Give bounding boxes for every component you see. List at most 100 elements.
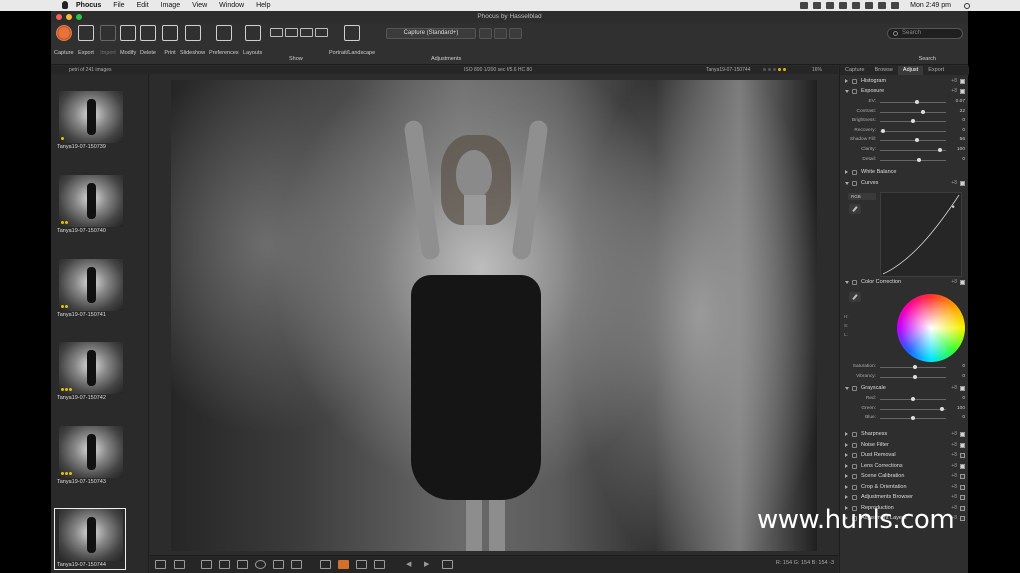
rating-dot[interactable] [768,68,771,71]
show-mode-3[interactable] [300,28,313,37]
rating-dot[interactable] [778,68,781,71]
tool-enable-checkbox[interactable] [960,79,965,84]
tool-options[interactable]: +8 [951,494,957,500]
tool-white-balance[interactable]: White Balance [840,168,969,178]
copy-adjustments-button[interactable] [494,28,507,39]
show-mode-1[interactable] [270,28,283,37]
layout-grid-icon[interactable] [155,560,166,569]
slider-knob[interactable] [915,100,920,104]
collapsed-arrow-icon[interactable] [845,442,848,447]
tool-options[interactable]: +8 [951,442,957,448]
modify-button[interactable]: Modify [120,25,136,56]
menu-window[interactable]: Window [219,2,244,9]
collapsed-arrow-icon[interactable] [845,79,848,83]
slideshow-button[interactable]: Slideshow [180,25,205,56]
tool-enable-checkbox[interactable] [960,432,965,437]
slider-value[interactable]: 56 [947,137,965,142]
tool-crop-orientation[interactable]: Crop & Orientation +8 [840,483,969,493]
slider-value[interactable]: 0 [947,128,965,133]
wifi-icon[interactable] [865,2,874,9]
collapsed-arrow-icon[interactable] [845,432,848,436]
slider-knob[interactable] [881,128,886,133]
adjust-slider[interactable]: Shadow Fill: 56 [840,136,969,145]
color-wheel[interactable] [897,294,965,362]
menubar-clock[interactable]: Mon 2:49 pm [910,2,951,9]
tool-exposure[interactable]: Exposure +8 [840,87,969,97]
curves-channel-select[interactable]: RGB [848,193,876,200]
tool-options[interactable]: +8 [951,431,957,437]
adjust-slider[interactable]: Green: 100 [840,405,969,414]
tool-curves[interactable]: Curves +8 [840,179,969,189]
adjust-slider[interactable]: Red: 0 [840,395,969,404]
thumbnail-selected[interactable]: Tanya19-07-150744 [54,508,126,570]
adjust-slider[interactable]: Brightness: 0 [840,117,969,126]
collapsed-arrow-icon[interactable] [845,484,848,489]
portrait-landscape-button[interactable]: Portrait/Landscape [329,25,375,56]
menu-edit[interactable]: Edit [137,2,149,9]
slider-knob[interactable] [911,416,915,421]
compare-icon[interactable] [320,560,331,569]
eyedropper-icon[interactable] [849,292,861,302]
camera-status-icon[interactable] [800,2,809,9]
bluetooth-icon[interactable] [852,2,861,9]
apple-icon[interactable] [62,1,68,9]
tool-enable-checkbox[interactable] [960,474,965,479]
tool-enable-checkbox[interactable] [960,516,965,521]
slider-knob[interactable] [914,138,919,143]
collapsed-arrow-icon[interactable] [845,463,848,468]
adjust-slider[interactable]: Clarity: 100 [840,146,969,155]
tool-options[interactable]: +8 [951,180,957,186]
tab-export[interactable]: Export [923,66,949,75]
sync-icon[interactable] [826,2,835,9]
slider-track[interactable] [880,397,946,401]
tool-scene-calibration[interactable]: Scene Calibration +8 [840,472,969,482]
capture-preset-select[interactable]: Capture (Standard+) [386,28,476,39]
tool-options[interactable]: +8 [951,78,957,84]
thumbnail[interactable]: Tanya19-07-150740 [55,175,127,237]
slider-value[interactable]: 22 [947,109,965,114]
curves-graph[interactable] [880,192,962,277]
tab-adjust[interactable]: Adjust [897,66,924,75]
tool-options[interactable]: +8 [951,279,957,285]
expanded-arrow-icon[interactable] [845,387,849,390]
collapsed-arrow-icon[interactable] [845,495,848,499]
minimize-window-button[interactable] [66,14,72,20]
slider-track[interactable] [880,128,946,133]
zoom-level[interactable]: 16% [812,66,822,74]
slider-track[interactable] [880,100,946,104]
rating-dot[interactable] [783,68,786,71]
adjust-slider[interactable]: Blue: 0 [840,414,969,423]
time-machine-icon[interactable] [839,2,848,9]
export-button[interactable]: Export [78,25,94,56]
collapsed-arrow-icon[interactable] [845,453,848,457]
tool-histogram[interactable]: Histogram +8 [840,77,969,87]
thumbnail[interactable]: Tanya19-07-150739 [55,91,127,153]
slider-knob[interactable] [911,119,915,124]
tool-enable-checkbox[interactable] [960,495,965,500]
tool-dust-removal[interactable]: Dust Removal +8 [840,451,969,461]
slider-value[interactable]: 0 [947,118,965,123]
tool-adjustments-browser[interactable]: Adjustments Browser +8 [840,493,969,503]
tool-enable-checkbox[interactable] [960,463,965,469]
paste-adjustments-button[interactable] [509,28,522,39]
adjust-slider[interactable]: Saturation: 0 [840,363,969,372]
search-input[interactable]: Search [887,28,963,39]
adjust-slider[interactable]: Recovery: 0 [840,127,969,136]
eyedropper-icon[interactable] [849,204,861,214]
slider-track[interactable] [880,374,946,379]
slider-knob[interactable] [911,397,915,401]
tab-capture[interactable]: Capture [840,66,870,75]
hand-tool-icon[interactable] [273,560,284,569]
tool-enable-checkbox[interactable] [960,181,965,186]
slider-value[interactable]: 0 [947,374,965,379]
slider-knob[interactable] [917,157,922,162]
slider-value[interactable]: 0 [947,364,965,369]
slider-value[interactable]: 100 [947,147,965,152]
menu-view[interactable]: View [192,2,207,9]
slider-track[interactable] [880,416,946,421]
straighten-tool-icon[interactable] [219,560,230,569]
tool-enable-checkbox[interactable] [960,89,965,94]
expanded-arrow-icon[interactable] [845,90,849,93]
tool-lens-corrections[interactable]: Lens Corrections +8 [840,462,969,472]
eyedropper-tool-icon[interactable] [237,560,248,569]
